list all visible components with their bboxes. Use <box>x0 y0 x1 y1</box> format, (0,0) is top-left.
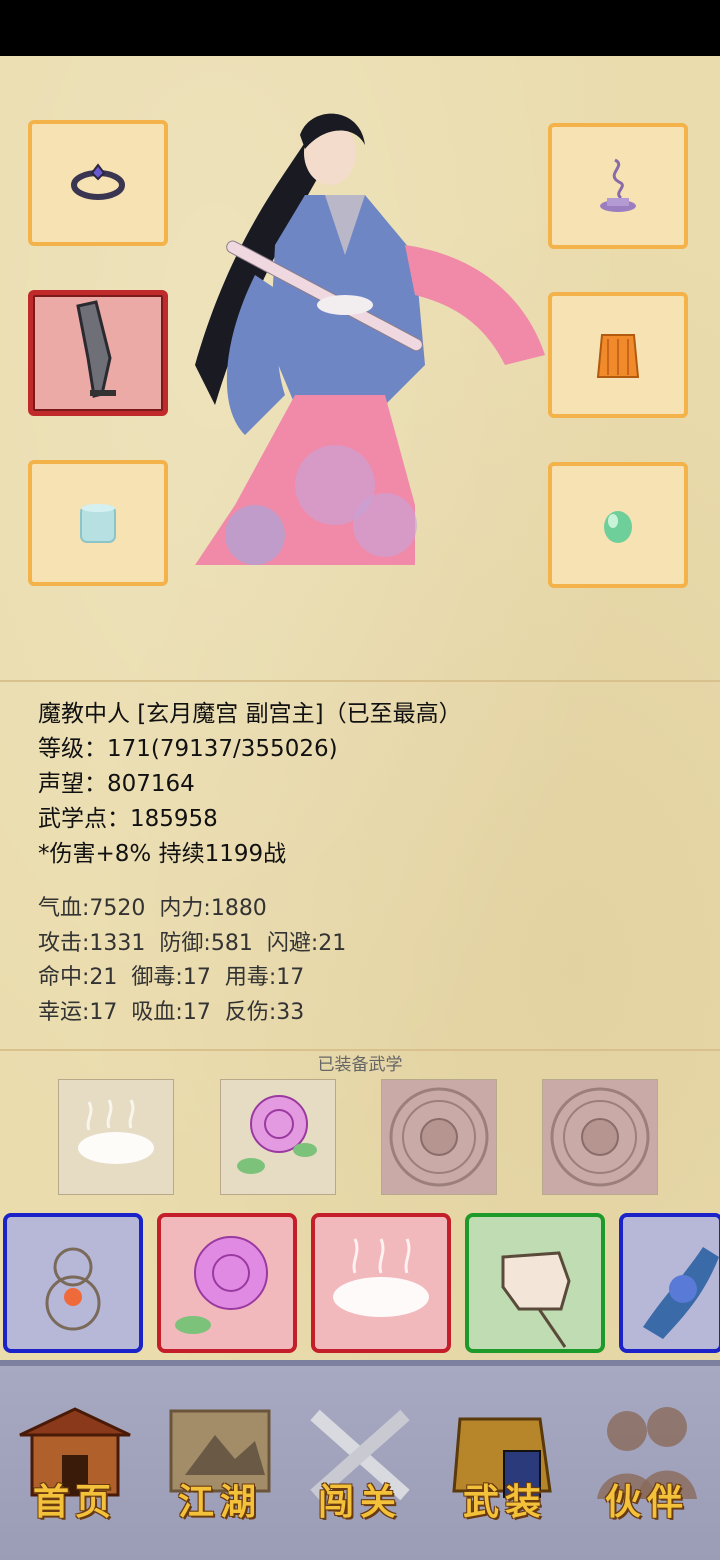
stat-attack: 攻击:1331 <box>38 930 146 956</box>
title-line: 魔教中人 [玄月魔宫 副宫主]（已至最高） <box>38 701 462 727</box>
stat-luck: 幸运:17 <box>38 999 118 1025</box>
locked-slot-icon <box>550 1087 650 1187</box>
stat-hp: 气血:7520 <box>38 896 146 921</box>
stat-mp: 内力:1880 <box>159 896 267 921</box>
ring-slot[interactable] <box>28 120 168 246</box>
martial-points-line: 武学点：185958 <box>38 806 218 832</box>
nav-jianghu[interactable]: 江湖 <box>155 1395 285 1535</box>
skill-card-hand[interactable] <box>619 1213 720 1353</box>
nav-gear-label: 武装 <box>462 1481 547 1523</box>
stats-block: 气血:7520 内力:1880 攻击:1331 防御:581 闪避:21 命中:21 御… <box>38 892 360 1030</box>
fist-icon <box>501 1251 571 1348</box>
nav-jianghu-label: 江湖 <box>177 1481 262 1523</box>
martial-slot-4-locked[interactable] <box>542 1079 658 1195</box>
rose-icon <box>237 1095 317 1174</box>
stats-row: 命中:21 御毒:17 用毒:17 <box>38 961 360 996</box>
hand-icon <box>643 1247 719 1339</box>
armor-icon <box>596 334 640 378</box>
gourd-icon <box>45 1247 101 1331</box>
incense-icon <box>600 158 636 212</box>
stat-poison-use: 用毒:17 <box>224 965 305 990</box>
martial-slot-2[interactable] <box>220 1079 336 1195</box>
skill-card-rose[interactable] <box>157 1213 297 1353</box>
divider <box>0 680 720 682</box>
stats-row: 幸运:17 吸血:17 反伤:33 <box>38 996 360 1031</box>
nav-partner[interactable]: 伙伴 <box>582 1395 712 1535</box>
locked-slot-icon <box>389 1087 489 1187</box>
status-bar <box>0 0 720 56</box>
character-info: 魔教中人 [玄月魔宫 副宫主]（已至最高） 等级：171(79137/35502… <box>38 697 462 872</box>
stat-dodge: 闪避:21 <box>266 930 347 956</box>
mist-icon <box>78 1099 154 1164</box>
nav-partner-label: 伙伴 <box>604 1481 689 1523</box>
skill-card-gourd[interactable] <box>3 1213 143 1353</box>
bracer-slot[interactable] <box>28 460 168 586</box>
stat-poison-resist: 御毒:17 <box>131 965 211 990</box>
nav-gear[interactable]: 武装 <box>440 1395 570 1535</box>
nav-home-label: 首页 <box>32 1481 117 1523</box>
stat-defense: 防御:581 <box>159 930 253 956</box>
skill-card-mist[interactable] <box>311 1213 451 1353</box>
character-portrait <box>195 113 545 565</box>
stat-lifesteal: 吸血:17 <box>131 999 211 1025</box>
level-line: 等级：171(79137/355026) <box>38 736 338 762</box>
rose-icon <box>175 1236 268 1334</box>
armor-slot[interactable] <box>548 292 688 418</box>
prestige-line: 声望：807164 <box>38 771 195 797</box>
buff-line: *伤害+8% 持续1199战 <box>38 841 287 867</box>
bracer-icon <box>80 504 116 543</box>
equipped-martial-title: 已装备武学 <box>317 1055 403 1075</box>
stat-hit: 命中:21 <box>38 965 118 990</box>
jade-icon <box>604 511 632 543</box>
stats-row: 攻击:1331 防御:581 闪避:21 <box>38 927 360 962</box>
incense-slot[interactable] <box>548 123 688 249</box>
ring-icon <box>71 163 125 200</box>
martial-slot-3-locked[interactable] <box>381 1079 497 1195</box>
skill-card-fist[interactable] <box>465 1213 605 1353</box>
mist-icon <box>333 1238 429 1317</box>
nav-challenge[interactable]: 闯关 <box>295 1395 425 1535</box>
martial-slot-1[interactable] <box>58 1079 174 1195</box>
nav-challenge-label: 闯关 <box>317 1481 402 1523</box>
weapon-slot[interactable] <box>28 290 168 416</box>
jade-slot[interactable] <box>548 462 688 588</box>
nav-home[interactable]: 首页 <box>10 1395 140 1535</box>
broadsword-icon <box>76 300 116 398</box>
stat-reflect: 反伤:33 <box>224 999 305 1025</box>
stats-row: 气血:7520 内力:1880 <box>38 892 360 927</box>
